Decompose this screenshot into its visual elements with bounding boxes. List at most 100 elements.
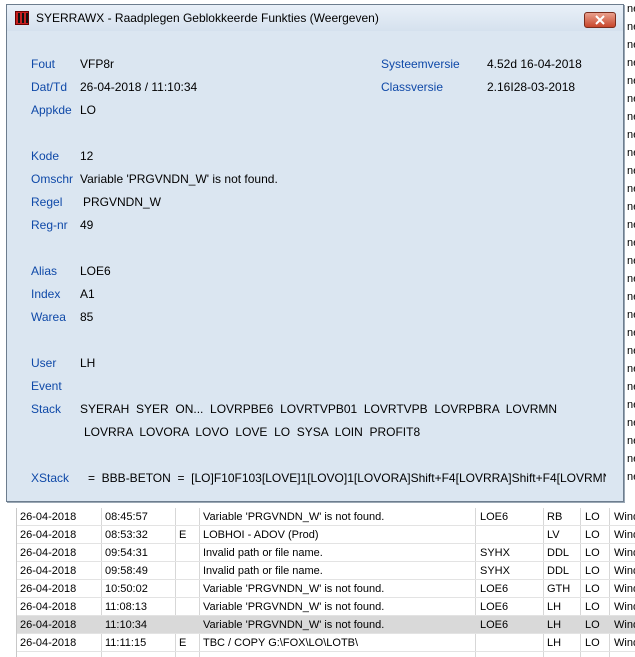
table-cell-time: 11:10:34: [105, 619, 148, 631]
alias-value: LOE6: [80, 264, 111, 278]
table-cell-message: Invalid path or file name.: [203, 547, 323, 559]
stack-label: Stack: [31, 402, 62, 416]
dattd-value: 26-04-2018 / 11:10:34: [80, 80, 198, 94]
error-detail-dialog: SYERRAWX - Raadplegen Geblokkeerde Funkt…: [6, 4, 624, 502]
table-cell-alias: LOE6: [480, 619, 509, 631]
table-cell-user: DDL: [547, 565, 570, 577]
table-cell-user: LH: [547, 619, 562, 631]
table-cell-app: LO: [585, 547, 600, 559]
user-label: User: [31, 356, 57, 370]
table-cell-os: Wind: [614, 637, 635, 649]
warea-label: Warea: [31, 310, 66, 324]
table-row[interactable]: 26-04-2018 11:10:34 Variable 'PRGVNDN_W' i…: [17, 616, 635, 634]
close-button[interactable]: [584, 12, 616, 28]
table-cell-date: 26-04-2018: [20, 619, 77, 631]
table-row[interactable]: 26-04-2018 08:45:57 Variable 'PRGVNDN_W' i…: [17, 508, 635, 526]
fout-label: Fout: [31, 57, 56, 71]
kode-value: 12: [80, 149, 94, 163]
systeemversie-value: 4.52d 16-04-2018: [487, 57, 582, 71]
table-cell-time: 09:58:49: [105, 565, 148, 577]
table-cell-os: Wind: [614, 601, 635, 613]
appkde-value: LO: [80, 103, 97, 117]
table-cell-time: 09:54:31: [105, 547, 148, 559]
table-cell-message: TBC / COPY G:\FOX\LO\LOTB\: [203, 637, 359, 649]
table-cell-app: LO: [585, 583, 600, 595]
regel-value: PRGVNDN_W: [83, 195, 162, 209]
table-cell-flag: E: [179, 637, 187, 649]
table-cell-flag: E: [179, 529, 187, 541]
dattd-label: Dat/Td: [31, 80, 68, 94]
error-log-table: 26-04-2018 08:45:57 Variable 'PRGVNDN_W' i…: [16, 508, 635, 657]
table-cell-time: 08:45:57: [105, 511, 148, 523]
table-cell-alias: LOE6: [480, 511, 509, 523]
table-cell-user: RB: [547, 511, 563, 523]
table-cell-user: DDL: [547, 547, 570, 559]
table-row[interactable]: 26-04-2018 11:11:15 E TBC / COPY G:\FOX\LO\…: [17, 634, 635, 652]
table-cell-date: 26-04-2018: [20, 601, 77, 613]
dialog-content: Fout VFP8r Systeemversie 4.52d 16-04-201…: [7, 31, 623, 501]
kode-label: Kode: [31, 149, 60, 163]
omschr-value: Variable 'PRGVNDN_W' is not found.: [80, 172, 278, 186]
table-cell-os: Wind: [614, 619, 635, 631]
title-bar[interactable]: SYERRAWX - Raadplegen Geblokkeerde Funkt…: [7, 5, 623, 31]
table-cell-date: 26-04-2018: [20, 529, 77, 541]
app-icon: [15, 11, 29, 25]
table-cell-date: 26-04-2018: [20, 511, 77, 523]
regnr-value: 49: [80, 218, 94, 232]
table-cell-time: 10:50:02: [105, 583, 148, 595]
table-row[interactable]: 26-04-2018 11:08:13 Variable 'PRGVNDN_W' i…: [17, 598, 635, 616]
appkde-label: Appkde: [31, 103, 72, 117]
close-icon: [595, 15, 605, 25]
classversie-value: 2.16I28-03-2018: [487, 80, 576, 94]
table-row[interactable]: 26-04-2018 10:50:02 Variable 'PRGVNDN_W' i…: [17, 580, 635, 598]
table-cell-os: Wind: [614, 547, 635, 559]
table-cell-time: 08:53:32: [105, 529, 148, 541]
fout-value: VFP8r: [80, 57, 115, 71]
table-cell-message: Variable 'PRGVNDN_W' is not found.: [203, 601, 385, 613]
table-cell-os: Wind: [614, 529, 635, 541]
table-cell-alias: LOE6: [480, 601, 509, 613]
table-cell-app: LO: [585, 619, 600, 631]
omschr-label: Omschr: [31, 172, 73, 186]
table-cell-user: LV: [547, 529, 560, 541]
alias-label: Alias: [31, 264, 58, 278]
window-title: SYERRAWX - Raadplegen Geblokkeerde Funkt…: [36, 11, 379, 25]
table-cell-user: LH: [547, 637, 562, 649]
table-cell-os: Wind: [614, 511, 635, 523]
table-row[interactable]: 26-04-2018 08:53:32 E LOBHOI - ADOV (Prod) L…: [17, 526, 635, 544]
table-cell-app: LO: [585, 637, 600, 649]
table-cell-os: Wind: [614, 565, 635, 577]
table-cell-date: 26-04-2018: [20, 547, 77, 559]
table-cell-alias: SYHX: [480, 547, 510, 559]
index-label: Index: [31, 287, 61, 301]
table-cell-alias: LOE6: [480, 583, 509, 595]
stack-line-1: SYERAH SYER ON... LOVRPBE6 LOVRTVPB01 LO…: [80, 402, 558, 416]
systeemversie-label: Systeemversie: [381, 57, 460, 71]
table-cell-app: LO: [585, 511, 600, 523]
regel-label: Regel: [31, 195, 63, 209]
table-cell-date: 26-04-2018: [20, 565, 77, 577]
table-cell-user: GTH: [547, 583, 571, 595]
table-cell-message: Variable 'PRGVNDN_W' is not found.: [203, 619, 385, 631]
table-cell-alias: SYHX: [480, 565, 510, 577]
table-cell-time: 11:11:15: [105, 637, 147, 649]
index-value: A1: [80, 287, 95, 301]
xstack-label: XStack: [31, 471, 70, 485]
table-cell-app: LO: [585, 529, 600, 541]
table-row[interactable]: 26-04-2018 09:54:31 Invalid path or file n…: [17, 544, 635, 562]
table-cell-app: LO: [585, 601, 600, 613]
table-cell-message: Invalid path or file name.: [203, 565, 323, 577]
table-cell-date: 26-04-2018: [20, 637, 77, 649]
regnr-label: Reg-nr: [31, 218, 68, 232]
table-cell-os: Wind: [614, 583, 635, 595]
table-row[interactable]: 26-04-2018 09:58:49 Invalid path or file n…: [17, 562, 635, 580]
stack-line-2: LOVRRA LOVORA LOVO LOVE LO SYSA LOIN PRO…: [84, 425, 421, 439]
event-label: Event: [31, 379, 62, 393]
table-cell-message: LOBHOI - ADOV (Prod): [203, 529, 319, 541]
classversie-label: Classversie: [381, 80, 444, 94]
table-cell-date: 26-04-2018: [20, 583, 77, 595]
xstack-value: = BBB-BETON = [LO]F10F103[LOVE]1[LOVO]1[…: [88, 471, 606, 485]
table-cell-message: Variable 'PRGVNDN_W' is not found.: [203, 583, 385, 595]
table-cell-app: LO: [585, 565, 600, 577]
warea-value: 85: [80, 310, 94, 324]
